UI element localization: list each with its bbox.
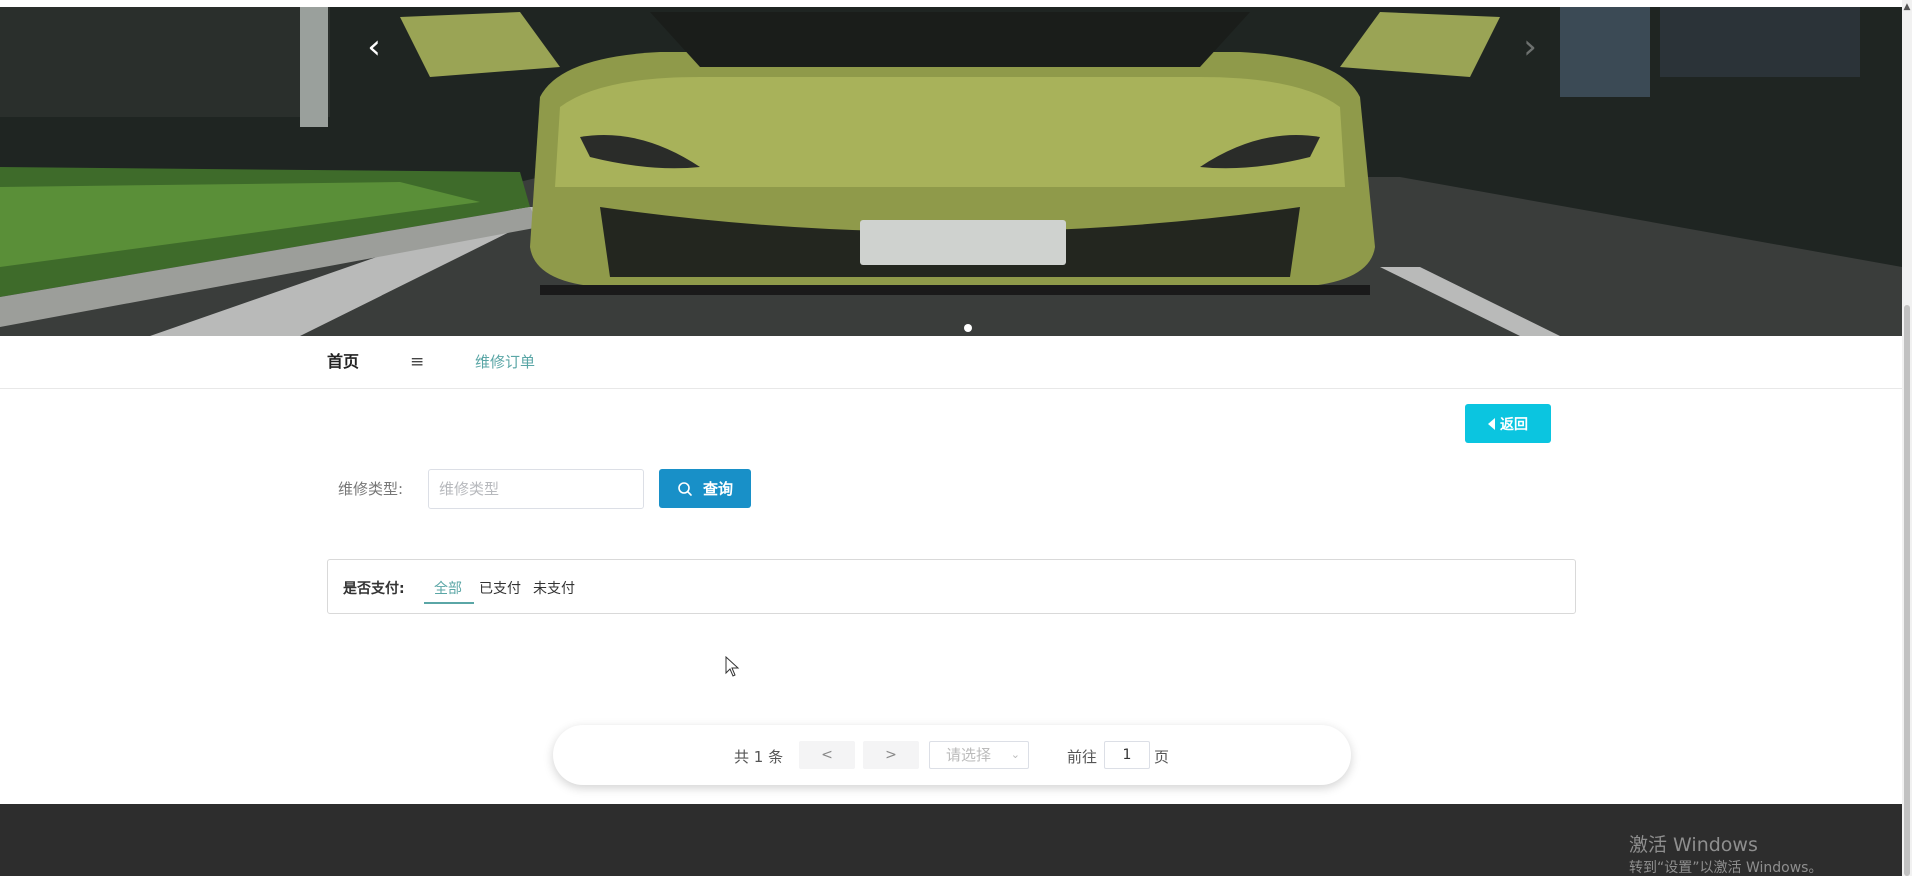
back-button[interactable]: 返回 [1465, 404, 1551, 443]
banner-carousel: ‹ › [0, 7, 1902, 336]
mouse-cursor-icon [725, 656, 740, 677]
scroll-up-arrow-icon[interactable]: ▲ [1902, 0, 1912, 14]
search-icon [678, 481, 692, 496]
scrollbar-thumb[interactable] [1904, 305, 1910, 876]
caret-left-icon [1488, 417, 1495, 430]
page-size-placeholder: 请选择 [946, 746, 992, 764]
carousel-prev-button[interactable]: ‹ [356, 29, 392, 65]
payment-filter-label: 是否支付: [343, 581, 405, 597]
carousel-next-button[interactable]: › [1512, 29, 1548, 65]
filter-option-paid[interactable]: 已支付 [479, 578, 521, 598]
search-label: 维修类型: [338, 480, 404, 498]
menu-icon[interactable]: ≡ [410, 336, 424, 388]
carousel-indicator-dot[interactable] [964, 324, 972, 332]
back-button-label: 返回 [1500, 416, 1528, 433]
query-button[interactable]: 查询 [659, 469, 751, 508]
windows-activation-subtitle: 转到“设置”以激活 Windows。 [1629, 860, 1823, 876]
banner-image [0, 7, 1902, 336]
footer [0, 804, 1902, 876]
filter-option-unpaid[interactable]: 未支付 [533, 578, 575, 598]
pagination-goto-label: 前往 [1067, 748, 1098, 766]
windows-activation-title: 激活 Windows [1629, 834, 1758, 856]
pagination-total: 共 1 条 [734, 748, 784, 766]
page-scrollbar[interactable]: ▲ [1902, 0, 1912, 876]
nav-home-link[interactable]: 首页 [327, 336, 359, 388]
nav-current-page[interactable]: 维修订单 [475, 336, 535, 388]
pagination-goto-input[interactable] [1104, 741, 1150, 769]
pagination: 共 1 条 < > 请选择 ⌄ 前往 页 [553, 725, 1351, 785]
chevron-down-icon: ⌄ [1010, 748, 1020, 761]
filter-active-underline [424, 602, 474, 604]
pagination-page-label: 页 [1154, 748, 1170, 766]
pagination-prev-button[interactable]: < [799, 741, 855, 769]
page-size-select[interactable]: 请选择 ⌄ [929, 741, 1029, 769]
payment-filter: 是否支付: 全部 已支付 未支付 [327, 559, 1576, 614]
pagination-next-button[interactable]: > [863, 741, 919, 769]
top-strip [0, 0, 1912, 7]
filter-option-all[interactable]: 全部 [434, 578, 462, 598]
repair-type-input[interactable] [428, 469, 644, 509]
breadcrumb-nav: 首页 ≡ 维修订单 [0, 336, 1902, 389]
query-button-label: 查询 [702, 480, 733, 498]
